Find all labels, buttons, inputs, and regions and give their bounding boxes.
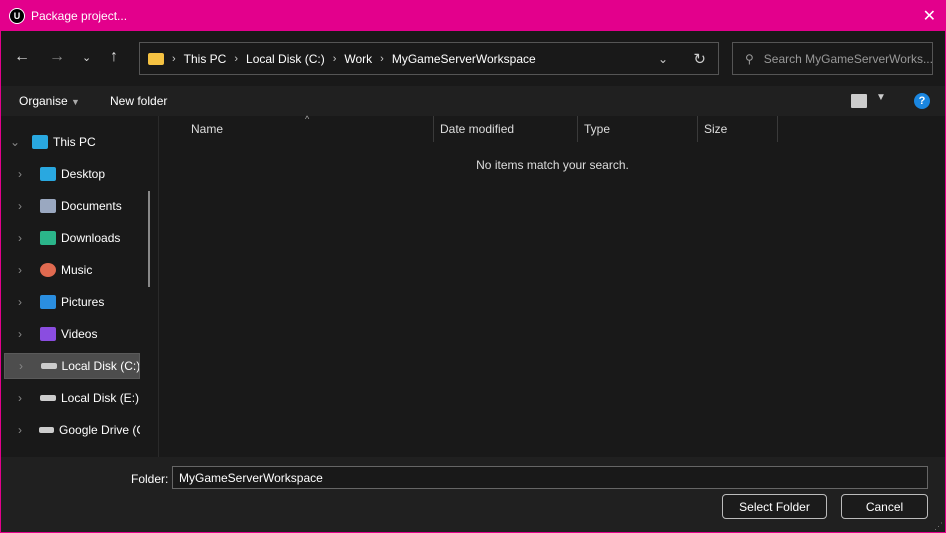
cancel-button[interactable]: Cancel [841,494,928,519]
window-title: Package project... [31,8,128,23]
pictures-icon [40,295,56,309]
breadcrumb-this-pc[interactable]: This PC [184,52,227,66]
select-folder-button[interactable]: Select Folder [722,494,827,519]
file-dialog: ← → ⌄ ↑ › This PC › Local Disk (C:) › Work … [1,31,945,532]
sidebar-item-label: Local Disk (C:) [61,359,139,373]
sidebar-item-label: Music [61,263,93,277]
footer: Folder: MyGameServerWorkspace Select Fol… [1,457,945,532]
documents-icon [40,199,56,213]
help-button[interactable]: ? [914,93,930,109]
download-icon [40,231,56,245]
sidebar-item-google-drive-g[interactable]: › Google Drive (G [4,417,140,443]
view-list-icon[interactable] [851,94,867,108]
sidebar-item-label: Pictures [61,295,105,309]
folder-input[interactable]: MyGameServerWorkspace [172,466,928,489]
close-button[interactable]: ✕ [923,6,936,26]
drive-icon [40,395,56,401]
chevron-right-icon[interactable]: › [18,167,32,181]
sidebar-item-label: This PC [53,135,96,149]
address-bar[interactable]: › This PC › Local Disk (C:) › Work › MyGameS… [139,42,719,75]
folder-label: Folder: [131,472,169,486]
sidebar-item-label: Downloads [61,231,121,245]
sidebar-scrollbar[interactable] [148,191,150,287]
chevron-right-icon[interactable]: › [18,327,32,341]
refresh-icon[interactable]: ↻ [693,50,706,68]
address-dropdown-icon[interactable]: ⌄ [658,52,668,66]
sidebar-item-downloads[interactable]: › Downloads [4,225,140,251]
up-button[interactable]: ↑ [110,48,118,66]
chevron-right-icon[interactable]: › [18,423,31,437]
file-list: ^ Name Date modified Type Size No items … [160,114,945,457]
sidebar-item-music[interactable]: › Music [4,257,140,283]
chevron-down-icon[interactable]: ⌄ [10,135,24,149]
sidebar-item-local-disk-e[interactable]: › Local Disk (E:) [4,385,140,411]
navigation-bar: ← → ⌄ ↑ › This PC › Local Disk (C:) › Work … [1,31,945,85]
chevron-right-icon[interactable]: › [18,391,32,405]
empty-message: No items match your search. [476,158,629,172]
title-bar: U Package project... ✕ [0,0,946,31]
chevron-right-icon[interactable]: › [18,199,32,213]
search-input[interactable]: ⚲ Search MyGameServerWorks... [732,42,933,75]
column-name[interactable]: Name [185,116,434,142]
search-placeholder: Search MyGameServerWorks... [763,51,933,66]
new-folder-button[interactable]: New folder [110,94,167,108]
sidebar-item-documents[interactable]: › Documents [4,193,140,219]
chevron-right-icon[interactable]: › [19,359,33,373]
view-dropdown-icon[interactable]: ▼ [876,92,886,103]
breadcrumb-local-disk[interactable]: Local Disk (C:) [246,52,325,66]
drive-icon [40,363,57,369]
chevron-right-icon[interactable]: › [18,263,32,277]
forward-button[interactable]: → [49,48,65,66]
navigation-pane: ⌄ This PC › Desktop › Documents › Downloads › Mus… [1,116,159,457]
desktop-icon [40,167,56,181]
sidebar-item-pictures[interactable]: › Pictures [4,289,140,315]
unreal-logo-icon: U [9,7,25,24]
videos-icon [40,327,56,341]
computer-icon [32,135,48,149]
sidebar-item-videos[interactable]: › Videos [4,321,140,347]
chevron-right-icon[interactable]: › [18,295,32,309]
folder-icon [148,52,164,65]
resize-grip-icon[interactable]: ⋰ [934,521,943,532]
chevron-right-icon[interactable]: › [18,231,32,245]
breadcrumb-work[interactable]: Work [344,52,372,66]
column-size[interactable]: Size [698,116,778,142]
sidebar-item-label: Local Disk (E:) [61,391,140,405]
sidebar-item-local-disk-c[interactable]: › Local Disk (C:) [4,353,140,379]
toolbar: Organise ▼ New folder ▼ ? [1,86,945,116]
back-button[interactable]: ← [14,48,30,66]
drive-icon [39,427,55,433]
sidebar-item-label: Videos [61,327,98,341]
column-type[interactable]: Type [578,116,698,142]
music-icon [40,263,56,277]
sidebar-item-label: Desktop [61,167,106,181]
sidebar-item-this-pc[interactable]: ⌄ This PC [4,129,140,155]
sidebar-item-label: Google Drive (G [59,423,140,437]
organise-button[interactable]: Organise ▼ [19,94,80,108]
sidebar-item-label: Documents [61,199,122,213]
recent-dropdown-button[interactable]: ⌄ [82,51,91,64]
sidebar-item-desktop[interactable]: › Desktop [4,161,140,187]
column-date-modified[interactable]: Date modified [434,116,578,142]
search-icon: ⚲ [745,51,754,66]
breadcrumb-workspace[interactable]: MyGameServerWorkspace [392,52,536,66]
